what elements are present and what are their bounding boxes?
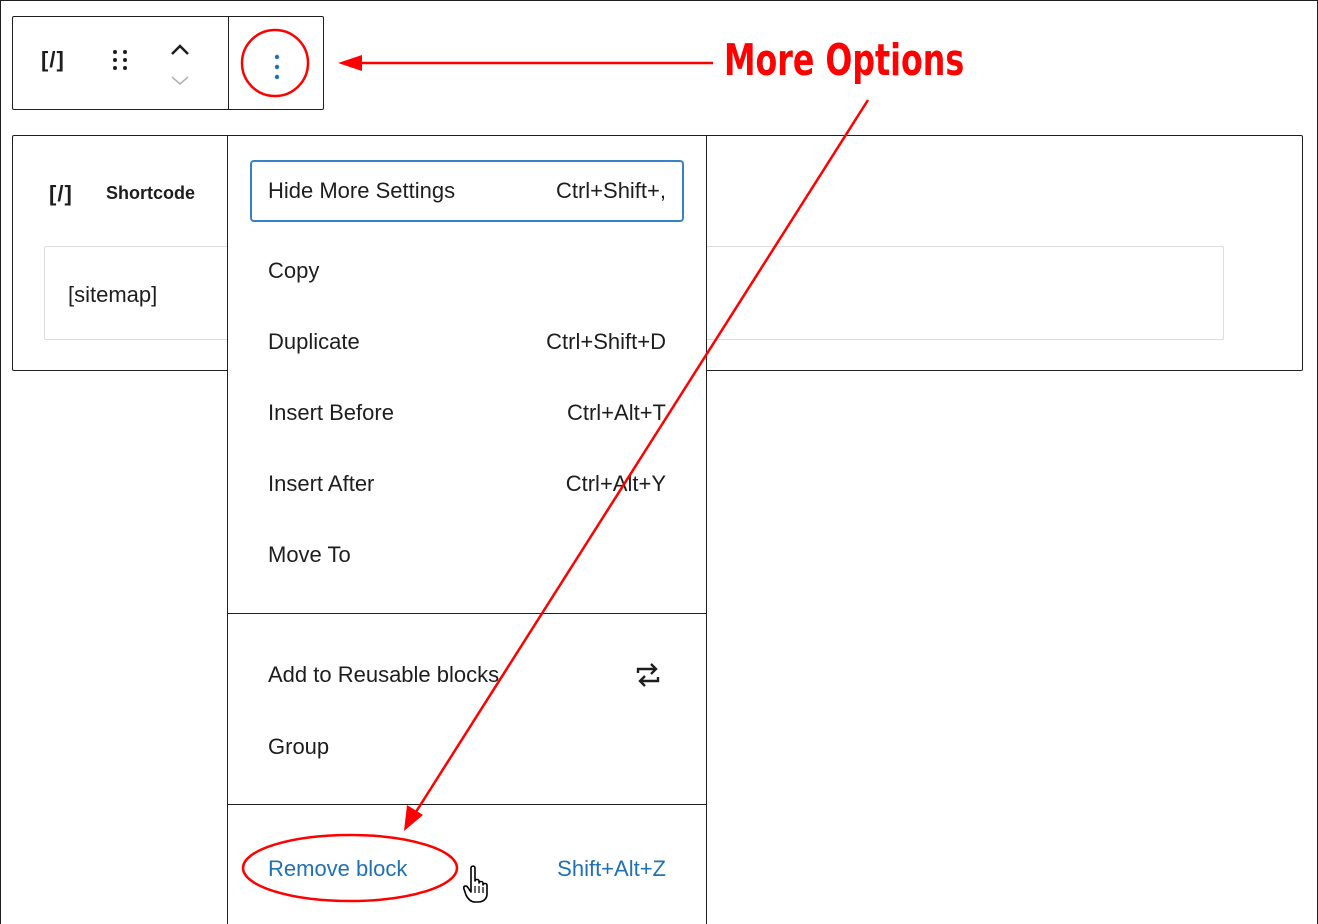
block-title: Shortcode bbox=[106, 183, 196, 203]
block-toolbar: [/] bbox=[12, 16, 324, 110]
menu-item-add-to-reusable-blocks[interactable]: Add to Reusable blocks bbox=[250, 644, 684, 706]
menu-separator bbox=[228, 613, 706, 614]
menu-item-label: Hide More Settings bbox=[268, 178, 456, 203]
menu-item-duplicate[interactable]: Duplicate Ctrl+Shift+D bbox=[250, 311, 684, 373]
more-options-menu: Hide More Settings Ctrl+Shift+, Copy Dup… bbox=[227, 135, 707, 924]
chevron-up-icon[interactable] bbox=[171, 44, 189, 55]
menu-item-label: Group bbox=[268, 734, 330, 759]
block-type-button[interactable]: [/] bbox=[41, 47, 65, 73]
menu-item-shortcut: Ctrl+Alt+T bbox=[566, 400, 666, 425]
menu-item-shortcut: Ctrl+Alt+Y bbox=[565, 471, 666, 496]
hand-cursor-icon bbox=[462, 864, 490, 904]
toolbar-divider bbox=[228, 17, 229, 109]
more-options-button[interactable] bbox=[257, 47, 297, 87]
menu-separator bbox=[228, 804, 706, 805]
menu-item-hide-more-settings[interactable]: Hide More Settings Ctrl+Shift+, bbox=[250, 160, 684, 222]
menu-item-copy[interactable]: Copy bbox=[250, 240, 684, 302]
menu-item-insert-after[interactable]: Insert After Ctrl+Alt+Y bbox=[250, 453, 684, 515]
block-mover bbox=[165, 39, 195, 89]
menu-item-group[interactable]: Group bbox=[250, 716, 684, 778]
menu-item-label: Add to Reusable blocks bbox=[268, 662, 500, 687]
annotation-label: More Options bbox=[724, 35, 965, 86]
shortcode-icon: [/] bbox=[49, 181, 73, 206]
menu-item-insert-before[interactable]: Insert Before Ctrl+Alt+T bbox=[250, 382, 684, 444]
menu-item-label: Insert After bbox=[268, 471, 375, 496]
vertical-ellipsis-icon bbox=[274, 54, 280, 80]
reusable-icon bbox=[630, 657, 666, 693]
menu-item-label: Copy bbox=[268, 258, 320, 283]
chevron-down-icon[interactable] bbox=[171, 76, 189, 85]
menu-item-shortcut: Shift+Alt+Z bbox=[557, 856, 666, 881]
menu-item-label: Remove block bbox=[268, 856, 408, 881]
drag-handle-icon[interactable] bbox=[109, 45, 133, 80]
menu-item-shortcut: Ctrl+Shift+D bbox=[546, 329, 666, 354]
menu-item-label: Insert Before bbox=[268, 400, 394, 425]
menu-item-shortcut: Ctrl+Shift+, bbox=[555, 178, 666, 203]
menu-item-move-to[interactable]: Move To bbox=[250, 524, 684, 586]
menu-item-label: Move To bbox=[268, 542, 351, 567]
menu-item-label: Duplicate bbox=[268, 329, 360, 354]
